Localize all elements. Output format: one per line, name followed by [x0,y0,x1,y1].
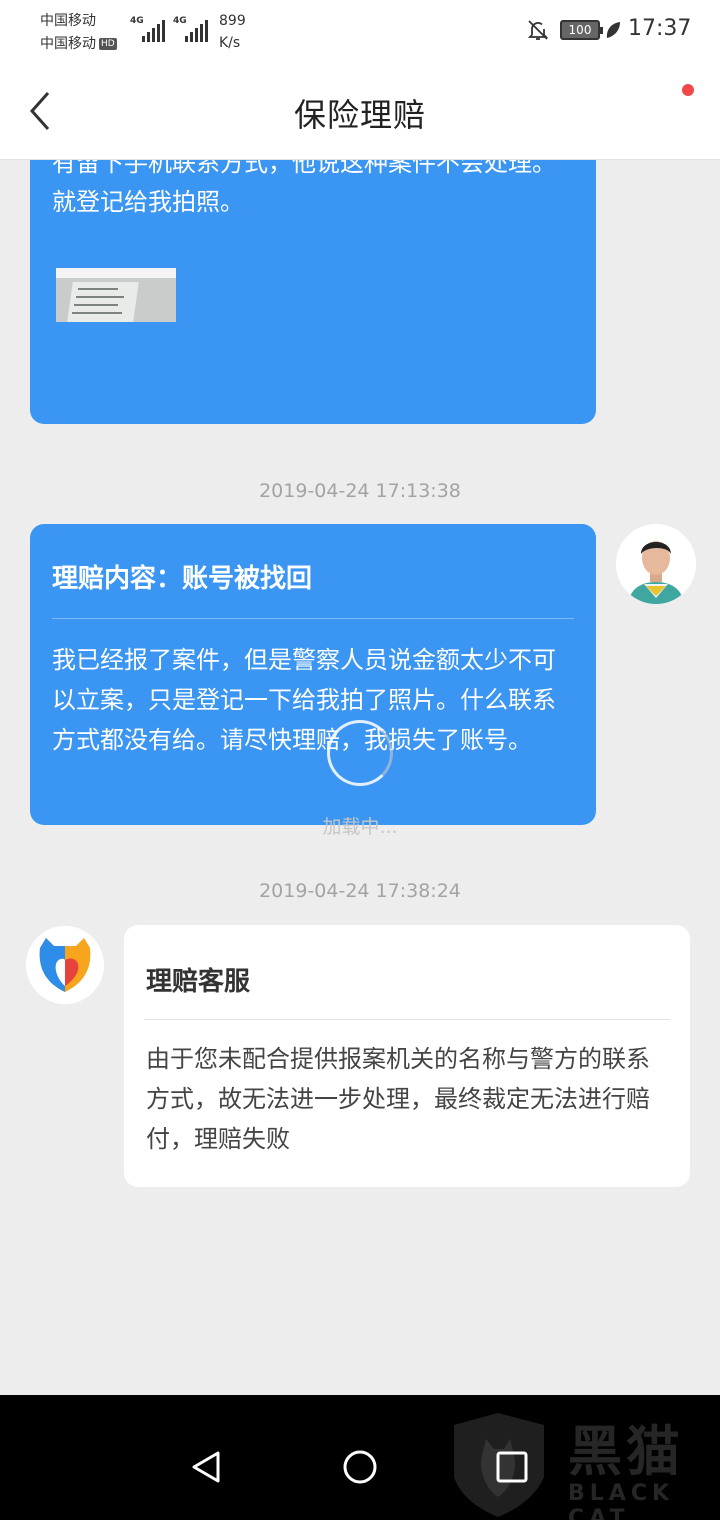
user-message-bubble: 有留下手机联系方式，他说这种案件不会处理。就登记给我拍照。 [30,160,596,424]
page-title: 保险理赔 [293,96,426,134]
signal-strength-icon: 4G [130,16,166,42]
carrier-2: 中国移动 HD [40,33,117,53]
header-bar: 保险理赔 [0,62,720,160]
service-message-bubble: 理赔客服 由于您未配合提供报案机关的名称与警方的联系方式，故无法进一步处理，最终… [124,925,690,1187]
divider [52,618,574,619]
hd-badge: HD [99,38,117,50]
divider [144,1019,670,1020]
notification-dot [682,84,694,96]
message-timestamp: 2019-04-24 17:13:38 [259,480,461,502]
system-navigation-bar: 黑猫 BLACK CAT [0,1395,720,1520]
carrier-1: 中国移动 [40,13,96,29]
carrier-2-label: 中国移动 [40,36,96,52]
message-timestamp: 2019-04-24 17:38:24 [259,880,461,902]
user-claim-bubble: 理赔内容：账号被找回 我已经报了案件，但是警察人员说金额太少不可以立案，只是登记… [30,524,596,825]
nav-recent-apps-icon[interactable] [482,1437,542,1497]
service-avatar[interactable] [26,926,104,1004]
user-avatar[interactable] [616,524,696,604]
photo-thumbnail[interactable] [56,268,176,322]
message-text: 有留下手机联系方式，他说这种案件不会处理。就登记给我拍照。 [52,160,556,216]
claim-text: 我已经报了案件，但是警察人员说金额太少不可以立案，只是登记一下给我拍了照片。什么… [52,646,556,754]
service-title: 理赔客服 [146,967,251,997]
bell-muted-icon [527,20,549,40]
network-type-2: 4G [173,16,187,26]
loading-text: 加载中... [322,816,398,838]
clock: 17:37 [628,16,692,41]
network-speed-value: 899 [219,13,246,29]
leaf-icon [606,22,620,38]
watermark-subtext: BLACK CAT [568,1481,675,1520]
chat-area[interactable]: 有留下手机联系方式，他说这种案件不会处理。就登记给我拍照。 2019-04-24… [0,160,720,1395]
signal-strength-icon-2: 4G [173,16,209,42]
status-bar: 中国移动 中国移动 HD 4G 4G 899 K/s 100 17:37 [0,0,720,62]
service-text: 由于您未配合提供报案机关的名称与警方的联系方式，故无法进一步处理，最终裁定无法进… [146,1045,650,1153]
loading-spinner [327,720,393,786]
network-speed-unit: K/s [219,35,241,51]
nav-back-icon[interactable] [176,1437,236,1497]
claim-title: 理赔内容：账号被找回 [52,564,313,594]
watermark-text: 黑猫 [568,1420,684,1483]
battery-icon: 100 [560,20,603,40]
nav-home-icon[interactable] [330,1437,390,1497]
network-type-1: 4G [130,16,144,26]
network-speed: 899 K/s [219,10,246,54]
